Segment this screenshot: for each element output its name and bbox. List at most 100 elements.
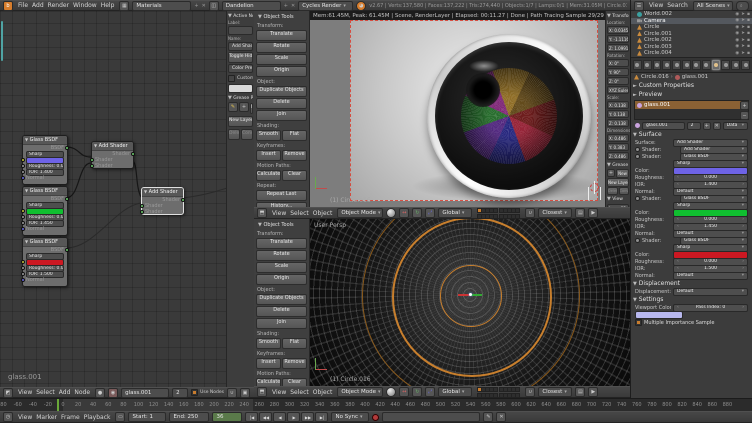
displacement-select[interactable]: Default▾ [673, 288, 748, 296]
color-input-socket[interactable] [21, 158, 25, 162]
custom-properties-panel[interactable]: ► Custom Properties [631, 81, 752, 90]
editor-type-icon[interactable]: ☰ [634, 1, 644, 11]
mode-select[interactable]: Object Mode▾ [337, 387, 383, 397]
visibility-eye-icon[interactable]: ◉ [735, 51, 739, 56]
convert-button[interactable]: Convert [619, 187, 630, 195]
clear-button[interactable]: Clear [282, 170, 307, 181]
layer-dot[interactable] [493, 208, 498, 213]
node-glass-bsdf-2[interactable]: ▼ Glass BSDF BSDF Sharp Roughness: 0.000… [22, 186, 68, 236]
duplicate-objects-button[interactable]: Duplicate Objects [256, 86, 307, 97]
layer-dot[interactable] [493, 214, 498, 219]
visibility-eye-icon[interactable]: ◉ [735, 44, 739, 49]
duplicate-objects-button[interactable]: Duplicate Objects [256, 294, 307, 305]
menu-item[interactable]: View [16, 414, 34, 421]
location-field[interactable]: Y: -1.11167 [607, 35, 629, 43]
remove-button[interactable]: Remove [282, 150, 307, 161]
layer-dot[interactable] [515, 208, 520, 213]
color-presets-select[interactable]: Color Presets [228, 64, 253, 73]
rotate-manipulator-icon[interactable]: ↻ [412, 387, 422, 397]
rotate-manipulator-icon[interactable]: ↻ [412, 208, 422, 218]
object-tools-panel-header[interactable]: ▼ Object Tools [256, 13, 307, 21]
opengl-render-icon[interactable]: ▤ [575, 208, 585, 218]
scale-button[interactable]: Scale [256, 54, 307, 65]
calculate-button[interactable]: Calculate [256, 170, 281, 181]
editor-type-icon[interactable]: ⬒ [257, 387, 267, 397]
tab-material[interactable] [712, 60, 721, 70]
node-add-shader-1[interactable]: ▼ Add Shader Shader Shader Shader [91, 141, 134, 169]
menu-item[interactable]: Object [311, 210, 335, 217]
bsdf-output-socket[interactable] [65, 248, 69, 252]
snap-magnet-icon[interactable]: ∪ [525, 208, 535, 218]
dimension-field[interactable]: Z: 0.486 [607, 152, 629, 160]
menu-item[interactable]: View [16, 389, 34, 396]
outliner-item-circle-004[interactable]: Circle.004◉➤▪ [631, 50, 752, 57]
origin-button[interactable]: Origin [256, 274, 307, 285]
menu-item[interactable]: Add [30, 2, 46, 9]
menu-item[interactable]: View [270, 210, 288, 217]
rotation-field[interactable]: Y: 90° [607, 68, 629, 76]
keying-set-field[interactable] [382, 412, 480, 422]
remove-button[interactable]: Remove [282, 358, 307, 369]
start-frame-field[interactable]: Start: 1 [128, 412, 166, 422]
shader-input-socket[interactable] [90, 158, 94, 162]
menu-item[interactable]: Playback [82, 414, 113, 421]
material-icon[interactable]: ◉ [108, 388, 118, 398]
node-add-shader-2[interactable]: ▼ Add Shader Shader Shader Shader [141, 187, 184, 215]
tab-object-data[interactable] [702, 60, 711, 70]
menu-item[interactable]: Render [46, 2, 71, 9]
sync-mode-select[interactable]: No Sync▾ [331, 412, 369, 422]
keying-remove-icon[interactable]: ✕ [496, 412, 506, 422]
bsdf-output-socket[interactable] [65, 146, 69, 150]
preview-panel[interactable]: ► Preview [631, 90, 752, 99]
menu-item[interactable]: Marker [34, 414, 59, 421]
layer-buttons[interactable] [477, 387, 520, 398]
translate-manipulator-icon[interactable]: ↔ [399, 208, 409, 218]
tab-particles[interactable] [731, 60, 740, 70]
menu-item[interactable]: View [647, 2, 665, 9]
material-unlink-button[interactable]: ✕ [713, 122, 721, 130]
grease-new-button[interactable]: New [616, 169, 629, 178]
viewport-shading-icon[interactable] [386, 387, 396, 397]
delete-button[interactable]: Delete [256, 306, 307, 317]
material-link-select[interactable]: Data▾ [723, 122, 748, 130]
snap-element-select[interactable]: Closest▾ [538, 208, 572, 218]
editor-type-icon[interactable]: ◷ [3, 412, 13, 422]
selectability-arrow-icon[interactable]: ➤ [741, 51, 745, 56]
object-tools-panel-header[interactable]: ▼ Object Tools [256, 221, 307, 229]
menu-item[interactable]: Object [311, 389, 335, 396]
tab-texture[interactable] [721, 60, 730, 70]
render-camera-icon[interactable]: ▪ [747, 12, 750, 17]
shader-input-socket[interactable] [90, 164, 94, 168]
normal-input-socket[interactable] [21, 227, 25, 231]
roughness-input-socket[interactable] [21, 266, 25, 270]
tab-scene[interactable] [653, 60, 662, 70]
delete-frame-button[interactable]: Delete Frame [228, 129, 240, 140]
orientation-select[interactable]: Global▾ [438, 208, 472, 218]
new-layer-button[interactable]: New Layer [607, 178, 629, 187]
surface-panel-header[interactable]: ▼ Surface [631, 130, 752, 139]
visibility-eye-icon[interactable]: ◉ [735, 25, 739, 30]
material-datablock-field[interactable]: glass.001 [121, 388, 169, 398]
rotation-field[interactable]: Z: 0° [607, 77, 629, 85]
selectability-arrow-icon[interactable]: ➤ [741, 31, 745, 36]
node-glass-bsdf-3[interactable]: ▼ Glass BSDF BSDF Sharp Roughness: 0.000… [22, 237, 68, 287]
opengl-render-icon[interactable]: ▤ [575, 387, 585, 397]
slot-add-button[interactable]: + [740, 101, 749, 110]
node-editor-scrollbar[interactable] [1, 21, 3, 61]
layer-dot[interactable] [515, 214, 520, 219]
scale-manipulator-icon[interactable]: ⤢ [425, 208, 435, 218]
grease-new-button[interactable]: New [250, 103, 253, 114]
scene-add-button[interactable]: + [284, 3, 288, 9]
location-field[interactable]: X: 0.03454 [607, 26, 629, 34]
snap-magnet-icon[interactable]: ∪ [525, 387, 535, 397]
current-frame-field[interactable]: 36 [212, 412, 242, 422]
layer-dot[interactable] [493, 387, 498, 392]
tab-object[interactable] [672, 60, 681, 70]
menu-item[interactable]: Search [665, 2, 690, 9]
tab-physics[interactable] [741, 60, 750, 70]
clear-button[interactable]: Clear [282, 378, 307, 386]
render-camera-icon[interactable]: ▪ [747, 38, 750, 43]
scale-field[interactable]: Y: 0.138 [607, 110, 629, 118]
scale-field[interactable]: Z: 0.138 [607, 119, 629, 127]
auto-keyframe-record-button[interactable] [372, 414, 379, 421]
